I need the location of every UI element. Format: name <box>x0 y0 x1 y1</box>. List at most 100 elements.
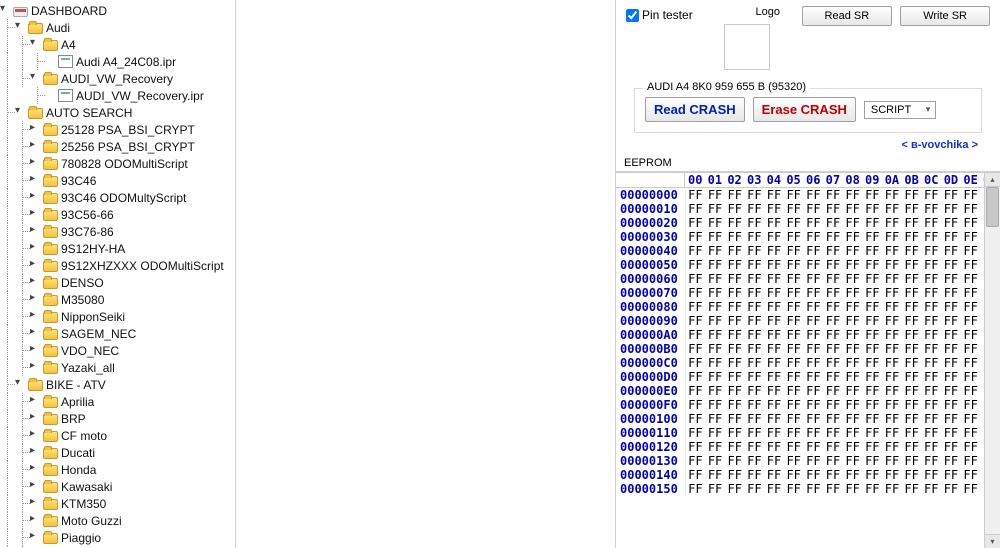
hex-row[interactable]: 000000B0FFFFFFFFFFFFFFFFFFFFFFFFFFFFFFFF <box>616 342 1000 356</box>
folder-icon <box>43 125 58 136</box>
tree-bike-5[interactable]: Kawasaki <box>0 478 235 495</box>
tree-toggle-icon[interactable] <box>30 532 41 543</box>
tree-autosearch[interactable]: AUTO SEARCH <box>0 104 235 121</box>
tree-toggle-icon[interactable] <box>15 107 26 118</box>
tree-audi[interactable]: Audi <box>0 19 235 36</box>
tree-toggle-icon[interactable] <box>30 209 41 220</box>
tree-toggle-icon[interactable] <box>45 56 56 67</box>
tree-toggle-icon[interactable] <box>30 430 41 441</box>
hex-row[interactable]: 00000140FFFFFFFFFFFFFFFFFFFFFFFFFFFFFFFF <box>616 468 1000 482</box>
hex-row[interactable]: 00000020FFFFFFFFFFFFFFFFFFFFFFFFFFFFFFFF <box>616 216 1000 230</box>
tree-toggle-icon[interactable] <box>30 481 41 492</box>
tree-bike-4[interactable]: Honda <box>0 461 235 478</box>
tree-bike-7[interactable]: Moto Guzzi <box>0 512 235 529</box>
hex-row[interactable]: 00000070FFFFFFFFFFFFFFFFFFFFFFFFFFFFFFFF <box>616 286 1000 300</box>
write-sr-button[interactable]: Write SR <box>900 6 990 26</box>
hex-row[interactable]: 00000040FFFFFFFFFFFFFFFFFFFFFFFFFFFFFFFF <box>616 244 1000 258</box>
tree-toggle-icon[interactable] <box>30 175 41 186</box>
read-sr-button[interactable]: Read SR <box>802 6 893 26</box>
tree-bike-0[interactable]: Aprilia <box>0 393 235 410</box>
scroll-down-icon[interactable]: ▾ <box>985 534 1000 548</box>
tree-as-4[interactable]: 93C46 ODOMultyScript <box>0 189 235 206</box>
tree-audivw-file[interactable]: AUDI_VW_Recovery.ipr <box>0 87 235 104</box>
tree-bike-1[interactable]: BRP <box>0 410 235 427</box>
tree-a4-file[interactable]: Audi A4_24C08.ipr <box>0 53 235 70</box>
tree-as-7[interactable]: 9S12HY-HA <box>0 240 235 257</box>
hex-row[interactable]: 000000D0FFFFFFFFFFFFFFFFFFFFFFFFFFFFFFFF <box>616 370 1000 384</box>
hex-row[interactable]: 00000010FFFFFFFFFFFFFFFFFFFFFFFFFFFFFFFF <box>616 202 1000 216</box>
hex-row[interactable]: 00000090FFFFFFFFFFFFFFFFFFFFFFFFFFFFFFFF <box>616 314 1000 328</box>
tree-toggle-icon[interactable] <box>30 345 41 356</box>
tree-toggle-icon[interactable] <box>30 124 41 135</box>
erase-crash-button[interactable]: Erase CRASH <box>753 97 856 122</box>
hex-row[interactable]: 00000150FFFFFFFFFFFFFFFFFFFFFFFFFFFFFFFF <box>616 482 1000 496</box>
tree-toggle-icon[interactable] <box>30 447 41 458</box>
tree-toggle-icon[interactable] <box>30 192 41 203</box>
tree-as-3[interactable]: 93C46 <box>0 172 235 189</box>
tree-toggle-icon[interactable] <box>30 73 41 84</box>
read-crash-button[interactable]: Read CRASH <box>645 97 745 122</box>
tree-toggle-icon[interactable] <box>15 379 26 390</box>
hex-row[interactable]: 00000030FFFFFFFFFFFFFFFFFFFFFFFFFFFFFFFF <box>616 230 1000 244</box>
folder-icon <box>43 346 58 357</box>
tree-as-11[interactable]: NipponSeiki <box>0 308 235 325</box>
tree-toggle-icon[interactable] <box>30 158 41 169</box>
tree-as-5[interactable]: 93C56-66 <box>0 206 235 223</box>
hex-row[interactable]: 00000050FFFFFFFFFFFFFFFFFFFFFFFFFFFFFFFF <box>616 258 1000 272</box>
tree-toggle-icon[interactable] <box>15 22 26 33</box>
tree-toggle-icon[interactable] <box>30 141 41 152</box>
tree-as-1[interactable]: 25256 PSA_BSI_CRYPT <box>0 138 235 155</box>
hex-scrollbar[interactable]: ▴ ▾ <box>984 173 1000 548</box>
tree-bike-3[interactable]: Ducati <box>0 444 235 461</box>
tree-toggle-icon[interactable] <box>30 277 41 288</box>
tree-toggle-icon[interactable] <box>30 515 41 526</box>
hex-row[interactable]: 00000110FFFFFFFFFFFFFFFFFFFFFFFFFFFFFFFF <box>616 426 1000 440</box>
hex-row[interactable]: 00000120FFFFFFFFFFFFFFFFFFFFFFFFFFFFFFFF <box>616 440 1000 454</box>
tree-toggle-icon[interactable] <box>30 498 41 509</box>
hex-row[interactable]: 00000000FFFFFFFFFFFFFFFFFFFFFFFFFFFFFFFF <box>616 188 1000 202</box>
tree-toggle-icon[interactable] <box>30 413 41 424</box>
tree-toggle-icon[interactable] <box>30 243 41 254</box>
tree-as-9[interactable]: DENSO <box>0 274 235 291</box>
tree-toggle-icon[interactable] <box>30 362 41 373</box>
tree-as-8[interactable]: 9S12XHZXXX ODOMultiScript <box>0 257 235 274</box>
tree-as-0[interactable]: 25128 PSA_BSI_CRYPT <box>0 121 235 138</box>
tree-bike-6[interactable]: KTM350 <box>0 495 235 512</box>
tree-toggle-icon[interactable] <box>30 226 41 237</box>
scroll-up-icon[interactable]: ▴ <box>985 173 1000 187</box>
hex-viewer[interactable]: 000102030405060708090A0B0C0D0E0F00000000… <box>616 172 1000 548</box>
pin-tester-checkbox[interactable]: Pin tester <box>626 8 693 22</box>
hex-row[interactable]: 000000A0FFFFFFFFFFFFFFFFFFFFFFFFFFFFFFFF <box>616 328 1000 342</box>
hex-row[interactable]: 000000E0FFFFFFFFFFFFFFFFFFFFFFFFFFFFFFFF <box>616 384 1000 398</box>
tree-as-10[interactable]: M35080 <box>0 291 235 308</box>
tree-audivw[interactable]: AUDI_VW_Recovery <box>0 70 235 87</box>
pin-tester-input[interactable] <box>626 9 639 22</box>
scroll-thumb[interactable] <box>986 187 999 227</box>
hex-row[interactable]: 00000060FFFFFFFFFFFFFFFFFFFFFFFFFFFFFFFF <box>616 272 1000 286</box>
tree-as-6[interactable]: 93C76-86 <box>0 223 235 240</box>
tree-toggle-icon[interactable] <box>30 294 41 305</box>
hex-row[interactable]: 00000130FFFFFFFFFFFFFFFFFFFFFFFFFFFFFFFF <box>616 454 1000 468</box>
tree-toggle-icon[interactable] <box>0 5 11 16</box>
hex-row[interactable]: 000000F0FFFFFFFFFFFFFFFFFFFFFFFFFFFFFFFF <box>616 398 1000 412</box>
tree-bike[interactable]: BIKE - ATV <box>0 376 235 393</box>
script-select[interactable]: SCRIPT <box>864 101 936 119</box>
tree-as-14[interactable]: Yazaki_all <box>0 359 235 376</box>
tree-toggle-icon[interactable] <box>30 260 41 271</box>
tree-as-12[interactable]: SAGEM_NEC <box>0 325 235 342</box>
tree-toggle-icon[interactable] <box>30 39 41 50</box>
tree-bike-2[interactable]: CF moto <box>0 427 235 444</box>
hex-row[interactable]: 000000C0FFFFFFFFFFFFFFFFFFFFFFFFFFFFFFFF <box>616 356 1000 370</box>
tree-toggle-icon[interactable] <box>30 464 41 475</box>
tree-toggle-icon[interactable] <box>30 311 41 322</box>
tree-as-13[interactable]: VDO_NEC <box>0 342 235 359</box>
tree-toggle-icon[interactable] <box>45 90 56 101</box>
tree-dashboard[interactable]: DASHBOARD <box>0 2 235 19</box>
tree-toggle-icon[interactable] <box>30 328 41 339</box>
tree-a4[interactable]: A4 <box>0 36 235 53</box>
tree-as-2[interactable]: 780828 ODOMultiScript <box>0 155 235 172</box>
tree-toggle-icon[interactable] <box>30 396 41 407</box>
tree-bike-8[interactable]: Piaggio <box>0 529 235 546</box>
hex-row[interactable]: 00000100FFFFFFFFFFFFFFFFFFFFFFFFFFFFFFFF <box>616 412 1000 426</box>
hex-row[interactable]: 00000080FFFFFFFFFFFFFFFFFFFFFFFFFFFFFFFF <box>616 300 1000 314</box>
